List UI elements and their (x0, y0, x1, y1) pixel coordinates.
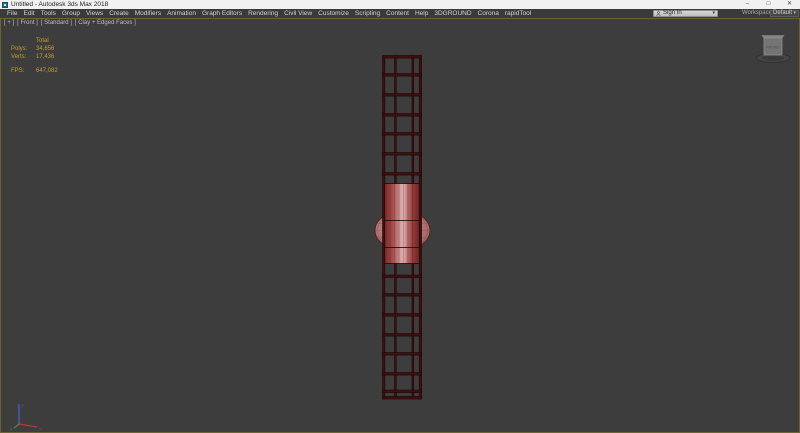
menu-graph-editors[interactable]: Graph Editors (201, 9, 243, 18)
3ds-max-logo-icon (2, 2, 8, 8)
workspaces-dropdown[interactable]: Default ▾ (770, 10, 799, 17)
model-tower-wireframe[interactable] (369, 51, 435, 403)
viewcube-front-face-label[interactable]: FRONT (766, 45, 780, 50)
stats-verts-label: Verts: (11, 53, 36, 61)
menu-corona[interactable]: Corona (477, 9, 500, 18)
stats-polys-value: 34,656 (36, 45, 54, 53)
sign-in-label: Sign In (663, 10, 710, 17)
axis-y-label: y (10, 427, 13, 432)
menu-edit[interactable]: Edit (22, 9, 35, 18)
menu-help[interactable]: Help (414, 9, 429, 18)
stats-fps-row: FPS: 647,082 (11, 67, 58, 75)
menu-rendering[interactable]: Rendering (247, 9, 279, 18)
menu-file[interactable]: File (6, 9, 18, 18)
view-cube[interactable]: FRONT (751, 31, 795, 65)
viewport-general-menu[interactable]: [ + ] (4, 20, 14, 27)
menu-views[interactable]: Views (85, 9, 104, 18)
world-axis-tripod: z y x (7, 399, 47, 431)
menu-customize[interactable]: Customize (317, 9, 350, 18)
axis-z-label: z (22, 403, 25, 408)
window-title: Untitled - Autodesk 3ds Max 2018 (11, 0, 108, 9)
menu-animation[interactable]: Animation (166, 9, 197, 18)
maximize-button[interactable]: □ (758, 0, 779, 9)
close-button[interactable]: ✕ (779, 0, 800, 9)
workspaces-value: Default (773, 10, 793, 17)
menu-create[interactable]: Create (108, 9, 130, 18)
viewport-label-row: [ + ] [ Front ] [ Standard ] [ Clay + Ed… (4, 20, 136, 27)
sign-in-button[interactable]: Sign In ▾ (653, 10, 718, 17)
3ds-max-window: Untitled - Autodesk 3ds Max 2018 – □ ✕ F… (0, 0, 800, 433)
viewport-shading-menu[interactable]: [ Clay + Edged Faces ] (75, 20, 136, 27)
window-controls: – □ ✕ (737, 0, 800, 9)
menu-tools[interactable]: Tools (40, 9, 57, 18)
viewport-renderer-menu[interactable]: [ Standard ] (41, 20, 72, 27)
person-icon (656, 11, 661, 16)
chevron-down-icon: ▾ (793, 10, 796, 17)
axis-x-label: x (39, 426, 42, 431)
menu-civil-view[interactable]: Civil View (283, 9, 313, 18)
menu-rapidtool[interactable]: rapidTool (504, 9, 532, 18)
viewport-pov-menu[interactable]: [ Front ] (17, 20, 38, 27)
stats-fps-value: 647,082 (36, 67, 58, 75)
menu-modifiers[interactable]: Modifiers (134, 9, 162, 18)
statistics-overlay: Total Polys: 34,656 Verts: 17,436 FPS: 6… (11, 37, 58, 75)
stats-fps-label: FPS: (11, 67, 36, 75)
menu-content[interactable]: Content (385, 9, 410, 18)
title-bar: Untitled - Autodesk 3ds Max 2018 – □ ✕ (0, 0, 800, 9)
stats-verts-value: 17,436 (36, 53, 54, 61)
stats-polys-row: Polys: 34,656 (11, 45, 58, 53)
stats-polys-label: Polys: (11, 45, 36, 53)
minimize-button[interactable]: – (737, 0, 758, 9)
sign-in-dropdown-arrow: ▾ (712, 10, 715, 17)
menu-bar: File Edit Tools Group Views Create Modif… (0, 9, 800, 18)
front-viewport[interactable]: [ + ] [ Front ] [ Standard ] [ Clay + Ed… (0, 18, 800, 433)
menu-group[interactable]: Group (61, 9, 81, 18)
stats-total-header: Total (11, 37, 58, 45)
model-cylinder (385, 184, 420, 264)
stats-verts-row: Verts: 17,436 (11, 53, 58, 61)
menu-scripting[interactable]: Scripting (354, 9, 381, 18)
menu-3dground[interactable]: 3DGROUND (433, 9, 472, 18)
